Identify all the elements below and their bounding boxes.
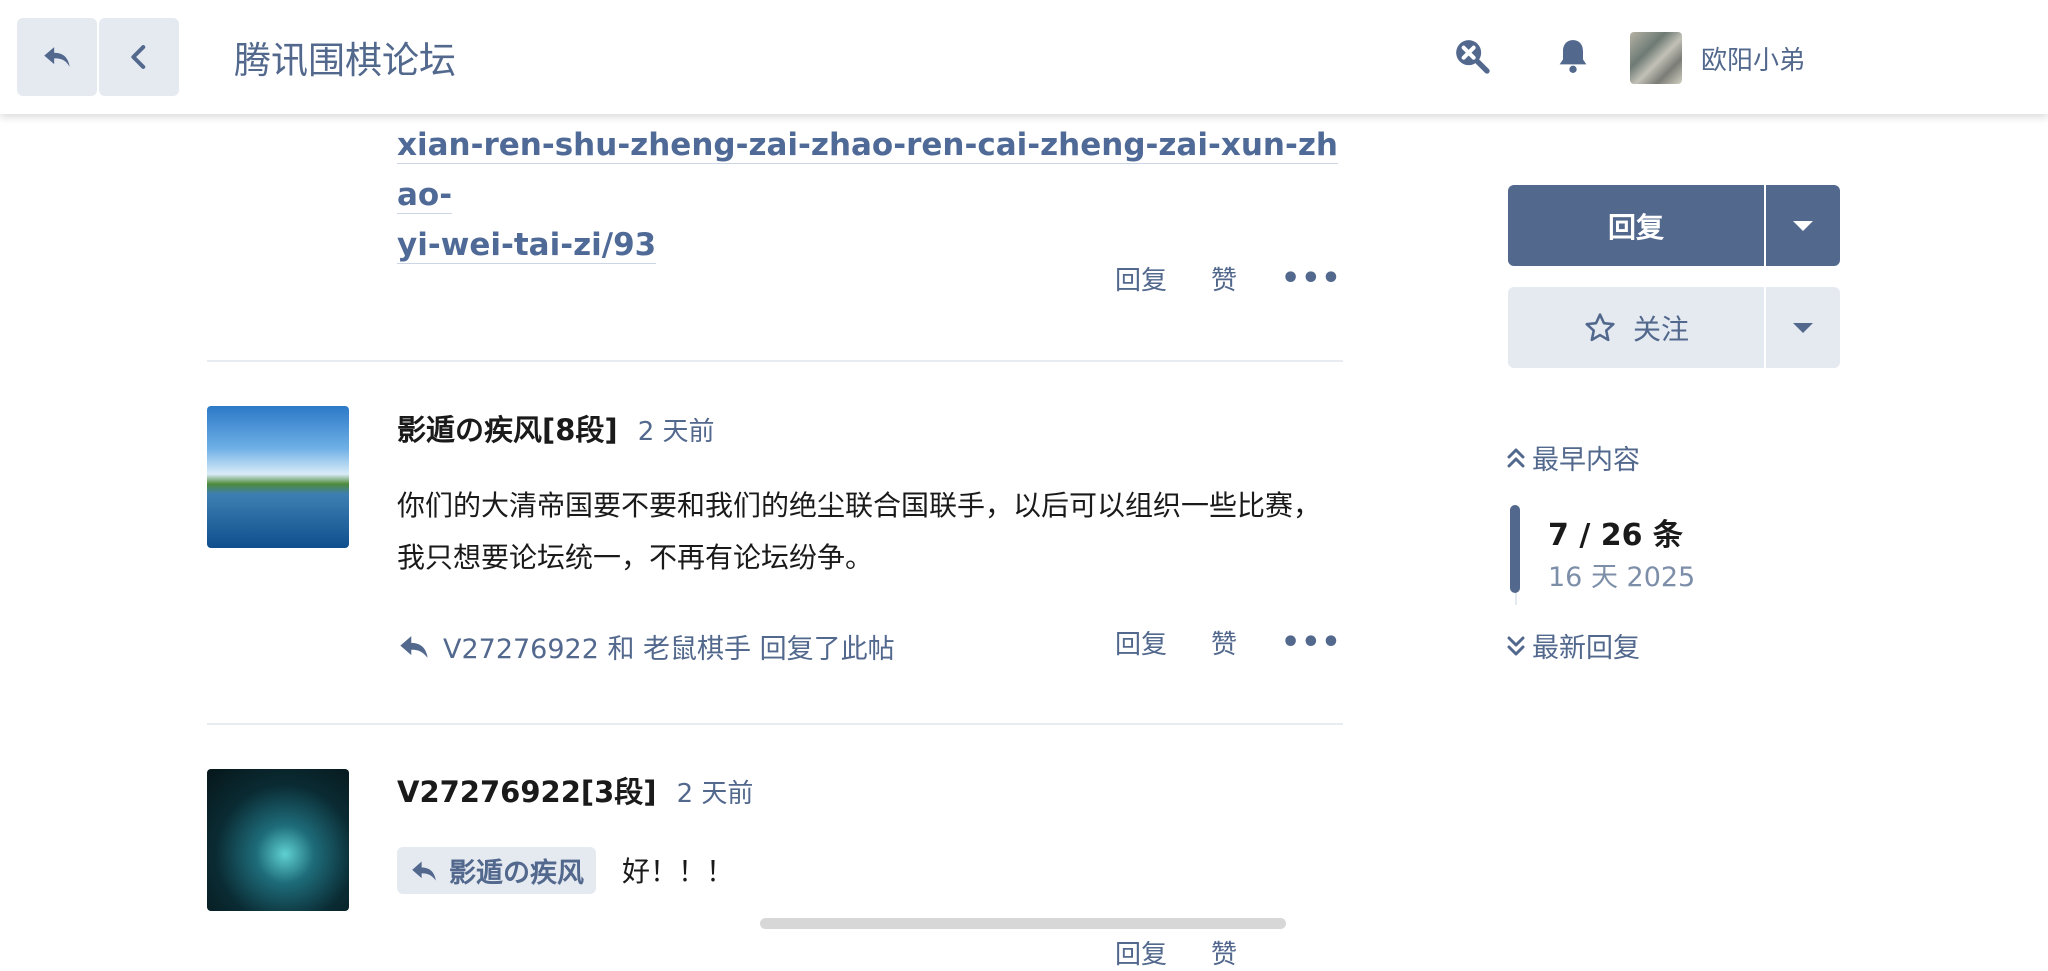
- post-time[interactable]: 2 天前: [677, 779, 754, 809]
- post-body: 好！！！: [622, 855, 735, 888]
- replies-summary-text[interactable]: V27276922 和 老鼠棋手 回复了此帖: [443, 627, 895, 666]
- reply-action[interactable]: 回复: [1115, 624, 1167, 661]
- author-name[interactable]: 影遁の疾风[8段]: [397, 413, 618, 447]
- top-header: 腾讯围棋论坛 欧阳小弟: [0, 0, 2048, 114]
- bell-icon[interactable]: [1553, 36, 1593, 76]
- caret-down-icon: [1793, 322, 1813, 333]
- post-body: 你们的大清帝国要不要和我们的绝尘联合国联手，以后可以组织一些比赛，我只想要论坛统…: [397, 489, 1322, 574]
- author-name[interactable]: V27276922[3段]: [397, 775, 657, 809]
- reply-to-name[interactable]: 影遁の疾风: [449, 851, 584, 890]
- site-title[interactable]: 腾讯围棋论坛: [234, 30, 456, 84]
- post-actions: 回复 赞 •••: [1115, 624, 1342, 661]
- post-author[interactable]: V27276922[3段] 2 天前: [397, 769, 753, 811]
- reply-arrow-icon: [44, 47, 70, 67]
- user-avatar[interactable]: [1630, 32, 1682, 84]
- follow-label[interactable]: 关注: [1633, 308, 1689, 348]
- post-divider: [207, 360, 1343, 362]
- post-link-line2[interactable]: yi-wei-tai-zi/93: [397, 227, 657, 264]
- timeline-count: 7 / 26 条: [1548, 518, 1683, 553]
- search-icon[interactable]: [1452, 36, 1492, 76]
- double-chevron-up-icon: [1507, 448, 1525, 467]
- back-reply-button[interactable]: [17, 18, 97, 96]
- star-icon: [1585, 312, 1615, 341]
- follow-dropdown-button[interactable]: [1766, 287, 1840, 368]
- chevron-left-icon: [131, 45, 146, 69]
- reply-button[interactable]: 回复: [1508, 185, 1766, 266]
- author-avatar[interactable]: [207, 406, 349, 548]
- reply-to-chip[interactable]: 影遁の疾风: [397, 847, 596, 894]
- horizontal-scrollbar[interactable]: [760, 918, 1286, 929]
- timeline-scroll-handle[interactable]: [1510, 505, 1520, 593]
- follow-button-group: 关注: [1508, 287, 1840, 368]
- like-action[interactable]: 赞: [1211, 624, 1237, 661]
- post-actions: 回复 赞: [1115, 934, 1237, 971]
- timeline-latest-link[interactable]: 最新回复: [1506, 626, 1640, 665]
- author-avatar[interactable]: [207, 769, 349, 911]
- reply-arrow-icon: [412, 861, 436, 880]
- post-time[interactable]: 2 天前: [638, 417, 715, 447]
- caret-down-icon: [1793, 220, 1813, 231]
- timeline-earliest-link[interactable]: 最早内容: [1506, 438, 1640, 477]
- like-action[interactable]: 赞: [1211, 260, 1237, 297]
- post-link[interactable]: xian-ren-shu-zheng-zai-zhao-ren-cai-zhen…: [397, 120, 1347, 270]
- reply-arrow-icon: [400, 635, 428, 658]
- earliest-label[interactable]: 最早内容: [1532, 438, 1640, 477]
- follow-button[interactable]: 关注: [1508, 287, 1766, 368]
- more-options-icon[interactable]: •••: [1281, 625, 1342, 660]
- username[interactable]: 欧阳小弟: [1701, 40, 1805, 77]
- latest-label[interactable]: 最新回复: [1532, 626, 1640, 665]
- post-author[interactable]: 影遁の疾风[8段] 2 天前: [397, 407, 715, 449]
- like-action[interactable]: 赞: [1211, 934, 1237, 971]
- reply-action[interactable]: 回复: [1115, 934, 1167, 971]
- timeline-date: 16 天 2025: [1548, 562, 1696, 593]
- post-actions: 回复 赞 •••: [1115, 260, 1342, 297]
- post-divider: [207, 723, 1343, 725]
- replies-summary[interactable]: V27276922 和 老鼠棋手 回复了此帖: [397, 627, 895, 666]
- more-options-icon[interactable]: •••: [1281, 261, 1342, 296]
- post-link-line1[interactable]: xian-ren-shu-zheng-zai-zhao-ren-cai-zhen…: [397, 127, 1338, 214]
- reply-action[interactable]: 回复: [1115, 260, 1167, 297]
- reply-button-group: 回复: [1508, 185, 1840, 266]
- reply-dropdown-button[interactable]: [1766, 185, 1840, 266]
- double-chevron-down-icon: [1507, 636, 1525, 655]
- back-button[interactable]: [99, 18, 179, 96]
